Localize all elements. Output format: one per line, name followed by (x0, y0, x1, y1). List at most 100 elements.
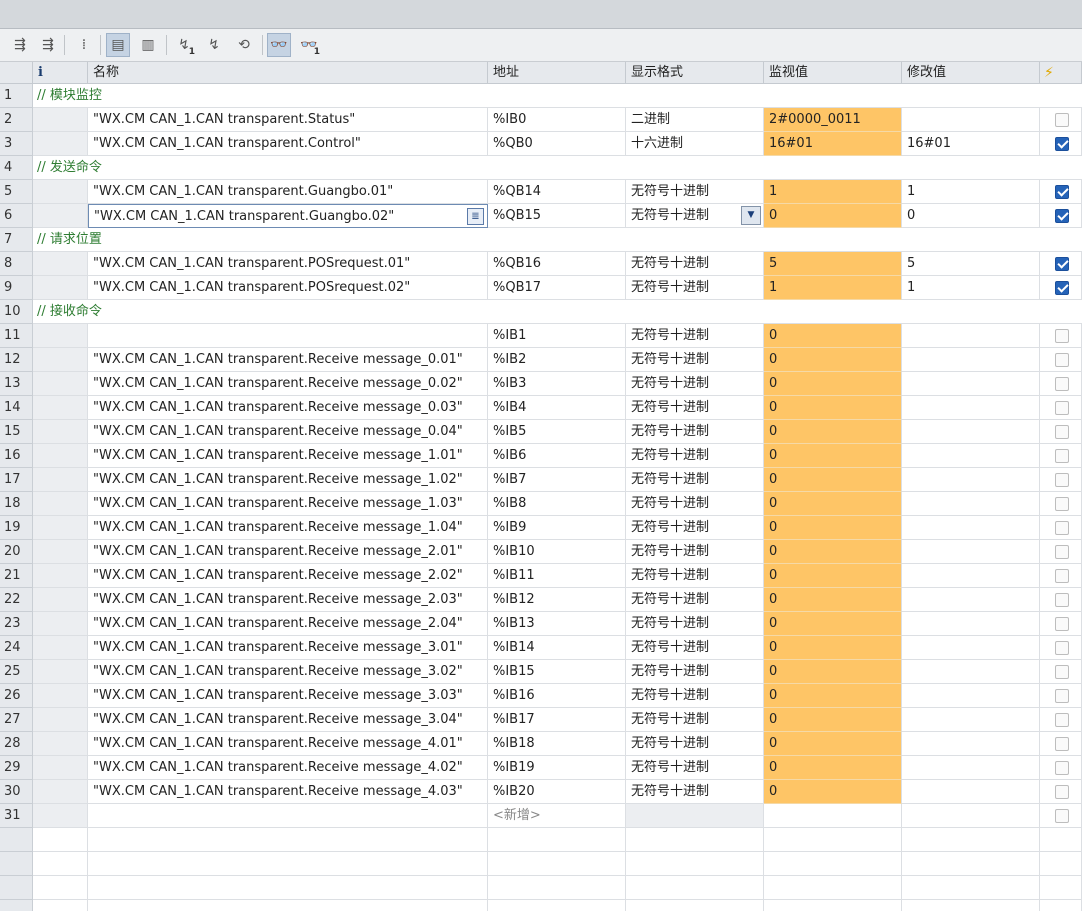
refresh-names-2-icon[interactable]: ⇶ (36, 33, 60, 57)
modify-enable-cell[interactable] (1040, 468, 1082, 492)
address-cell[interactable]: %IB6 (488, 444, 626, 468)
header-modify-value[interactable]: 修改值 (902, 62, 1040, 84)
modify-checkbox[interactable] (1055, 377, 1069, 391)
row-number[interactable]: 11 (0, 324, 33, 348)
address-cell[interactable]: %IB2 (488, 348, 626, 372)
monitor-once-icon[interactable]: 👓 1 (297, 33, 321, 57)
row-number[interactable]: 27 (0, 708, 33, 732)
modify-value-cell[interactable] (902, 636, 1040, 660)
row-number[interactable]: 13 (0, 372, 33, 396)
modify-value-cell[interactable] (902, 348, 1040, 372)
name-cell[interactable]: "WX.CM CAN_1.CAN transparent.Receive mes… (88, 540, 488, 564)
modify-enable-cell[interactable] (1040, 564, 1082, 588)
modify-value-cell[interactable] (902, 780, 1040, 804)
display-format-cell[interactable]: 无符号十进制 (626, 540, 764, 564)
display-format-cell[interactable]: 无符号十进制 (626, 564, 764, 588)
row-number[interactable]: 9 (0, 276, 33, 300)
header-display-format[interactable]: 显示格式 (626, 62, 764, 84)
address-cell[interactable]: %IB18 (488, 732, 626, 756)
header-name[interactable]: 名称 (88, 62, 488, 84)
address-cell[interactable]: %IB3 (488, 372, 626, 396)
modify-enable-cell[interactable] (1040, 660, 1082, 684)
show-hide-columns-icon[interactable]: ▤ (106, 33, 130, 57)
modify-checkbox[interactable] (1055, 665, 1069, 679)
display-format-cell[interactable]: 二进制 (626, 108, 764, 132)
display-format-cell[interactable]: 无符号十进制 (626, 780, 764, 804)
comment-cell[interactable]: // 发送命令 (33, 156, 1082, 180)
modify-checkbox[interactable] (1055, 137, 1069, 151)
row-number[interactable]: 26 (0, 684, 33, 708)
row-number[interactable]: 16 (0, 444, 33, 468)
modify-checkbox[interactable] (1055, 281, 1069, 295)
name-cell[interactable]: "WX.CM CAN_1.CAN transparent.Receive mes… (88, 708, 488, 732)
address-cell[interactable]: %QB17 (488, 276, 626, 300)
display-format-cell[interactable]: 无符号十进制 (626, 588, 764, 612)
modify-value-cell[interactable] (902, 372, 1040, 396)
name-cell[interactable]: "WX.CM CAN_1.CAN transparent.POSrequest.… (88, 252, 488, 276)
modify-value-cell[interactable] (902, 660, 1040, 684)
name-cell[interactable]: "WX.CM CAN_1.CAN transparent.Receive mes… (88, 516, 488, 540)
name-cell[interactable] (88, 324, 488, 348)
name-cell[interactable]: "WX.CM CAN_1.CAN transparent.Guangbo.02"… (88, 204, 488, 228)
modify-checkbox[interactable] (1055, 185, 1069, 199)
modify-enable-cell[interactable] (1040, 612, 1082, 636)
address-cell[interactable]: %IB12 (488, 588, 626, 612)
header-address[interactable]: 地址 (488, 62, 626, 84)
row-number[interactable]: 1 (0, 84, 33, 108)
address-cell[interactable]: %IB15 (488, 660, 626, 684)
address-cell[interactable]: %IB0 (488, 108, 626, 132)
modify-value-cell[interactable]: 5 (902, 252, 1040, 276)
row-number[interactable]: 30 (0, 780, 33, 804)
modify-value-cell[interactable] (902, 708, 1040, 732)
name-cell[interactable]: "WX.CM CAN_1.CAN transparent.Receive mes… (88, 732, 488, 756)
modify-checkbox[interactable] (1055, 617, 1069, 631)
modify-value-cell[interactable] (902, 108, 1040, 132)
display-format-cell[interactable]: 无符号十进制 (626, 492, 764, 516)
name-cell[interactable]: "WX.CM CAN_1.CAN transparent.Receive mes… (88, 396, 488, 420)
modify-checkbox[interactable] (1055, 809, 1069, 823)
display-format-cell[interactable]: 无符号十进制 (626, 180, 764, 204)
row-number[interactable]: 24 (0, 636, 33, 660)
display-format-cell[interactable]: 无符号十进制 (626, 252, 764, 276)
monitor-modify-icon[interactable]: ⟲ (232, 33, 256, 57)
modify-enable-cell[interactable] (1040, 708, 1082, 732)
modify-enable-cell[interactable] (1040, 492, 1082, 516)
show-modify-columns-icon[interactable]: ▥ (136, 33, 160, 57)
modify-value-cell[interactable] (902, 444, 1040, 468)
display-format-cell[interactable]: 无符号十进制 (626, 324, 764, 348)
row-number[interactable]: 12 (0, 348, 33, 372)
modify-enable-cell[interactable] (1040, 324, 1082, 348)
name-cell[interactable]: "WX.CM CAN_1.CAN transparent.Receive mes… (88, 348, 488, 372)
modify-checkbox[interactable] (1055, 545, 1069, 559)
tag-list-icon[interactable]: ≣ (467, 208, 484, 225)
name-cell[interactable]: "WX.CM CAN_1.CAN transparent.Receive mes… (88, 564, 488, 588)
display-format-cell[interactable]: 无符号十进制 (626, 732, 764, 756)
modify-enable-cell[interactable] (1040, 444, 1082, 468)
name-cell[interactable]: "WX.CM CAN_1.CAN transparent.Receive mes… (88, 756, 488, 780)
row-number[interactable]: 19 (0, 516, 33, 540)
modify-checkbox[interactable] (1055, 353, 1069, 367)
insert-row-icon[interactable]: ⁞ (72, 33, 96, 57)
display-format-cell[interactable]: 无符号十进制 (626, 468, 764, 492)
address-cell[interactable]: %IB9 (488, 516, 626, 540)
modify-checkbox[interactable] (1055, 473, 1069, 487)
row-number[interactable]: 23 (0, 612, 33, 636)
modify-value-cell[interactable]: 1 (902, 276, 1040, 300)
modify-enable-cell[interactable] (1040, 276, 1082, 300)
modify-enable-cell[interactable] (1040, 804, 1082, 828)
modify-checkbox[interactable] (1055, 737, 1069, 751)
modify-value-cell[interactable]: 16#01 (902, 132, 1040, 156)
modify-value-cell[interactable] (902, 612, 1040, 636)
name-cell[interactable]: "WX.CM CAN_1.CAN transparent.Receive mes… (88, 612, 488, 636)
address-cell[interactable]: %IB10 (488, 540, 626, 564)
address-cell[interactable]: %IB1 (488, 324, 626, 348)
modify-checkbox[interactable] (1055, 449, 1069, 463)
modify-checkbox[interactable] (1055, 401, 1069, 415)
modify-enable-cell[interactable] (1040, 588, 1082, 612)
modify-once-icon[interactable]: ↯ 1 (172, 33, 196, 57)
modify-enable-cell[interactable] (1040, 516, 1082, 540)
modify-value-cell[interactable]: 0 (902, 204, 1040, 228)
name-cell[interactable]: "WX.CM CAN_1.CAN transparent.Guangbo.01" (88, 180, 488, 204)
modify-enable-cell[interactable] (1040, 180, 1082, 204)
modify-enable-cell[interactable] (1040, 132, 1082, 156)
